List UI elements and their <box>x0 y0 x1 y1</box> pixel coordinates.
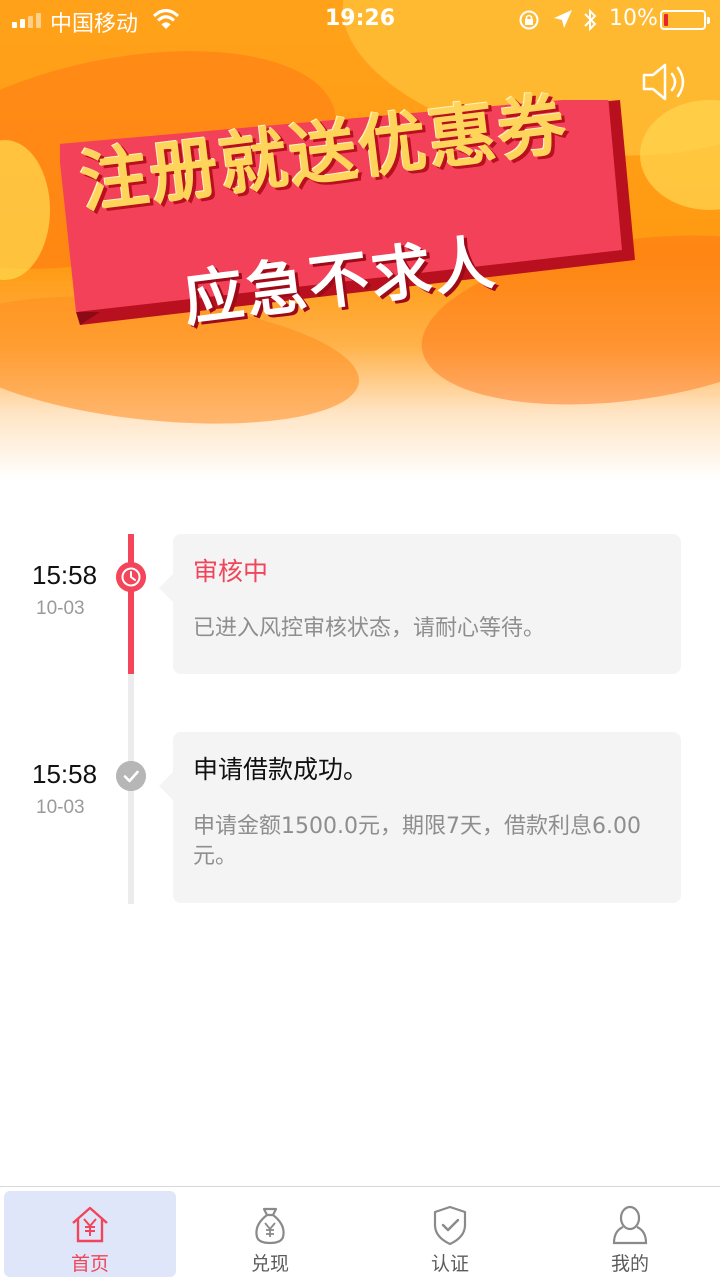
shield-check-icon <box>433 1205 467 1246</box>
timeline-card: 审核中 已进入风控审核状态，请耐心等待。 <box>159 534 681 674</box>
status-bar: 中国移动 19:26 10% <box>0 0 720 40</box>
event-time: 15:58 <box>32 759 98 789</box>
tab-verification[interactable]: 认证 <box>364 1191 536 1277</box>
speaker-icon[interactable] <box>640 60 694 104</box>
battery-icon <box>660 10 710 30</box>
tab-home[interactable]: 首页 <box>4 1191 176 1277</box>
home-yen-icon <box>72 1206 108 1243</box>
rotation-lock-icon <box>519 10 539 30</box>
user-icon <box>612 1205 648 1245</box>
loan-status-timeline: 15:58 10-03 审核中 已进入风控审核状态，请耐心等待。 15:58 1… <box>0 480 720 1180</box>
promo-banner[interactable]: 注册就送优惠券 应急不求人 <box>0 0 720 480</box>
event-date: 10-03 <box>36 598 85 619</box>
tab-label: 我的 <box>610 1253 649 1275</box>
battery-percent: 10% <box>609 6 658 31</box>
timeline-card: 申请借款成功。 申请金额1500.0元，期限7天，借款利息6.00元。 <box>159 732 681 903</box>
event-title: 审核中 <box>193 557 269 586</box>
location-arrow-icon <box>554 10 572 28</box>
event-date: 10-03 <box>36 797 85 818</box>
event-time: 15:58 <box>32 560 98 590</box>
tab-label: 认证 <box>430 1253 469 1275</box>
tab-profile[interactable]: 我的 <box>544 1191 716 1277</box>
money-bag-icon <box>255 1207 285 1245</box>
event-title: 申请借款成功。 <box>193 755 369 784</box>
timeline-line-active <box>128 534 134 674</box>
event-description: 已进入风控审核状态，请耐心等待。 <box>193 616 546 641</box>
event-description: 申请金额1500.0元，期限7天，借款利息6.00元。 <box>193 814 641 869</box>
tab-cash-out[interactable]: 兑现 <box>184 1191 356 1277</box>
check-icon <box>116 761 146 791</box>
tab-label: 兑现 <box>250 1253 289 1275</box>
bottom-tab-bar: 首页 兑现 认证 我的 <box>0 1186 720 1280</box>
bluetooth-icon <box>584 8 597 32</box>
tab-label: 首页 <box>70 1253 109 1275</box>
clock-icon <box>116 562 146 592</box>
